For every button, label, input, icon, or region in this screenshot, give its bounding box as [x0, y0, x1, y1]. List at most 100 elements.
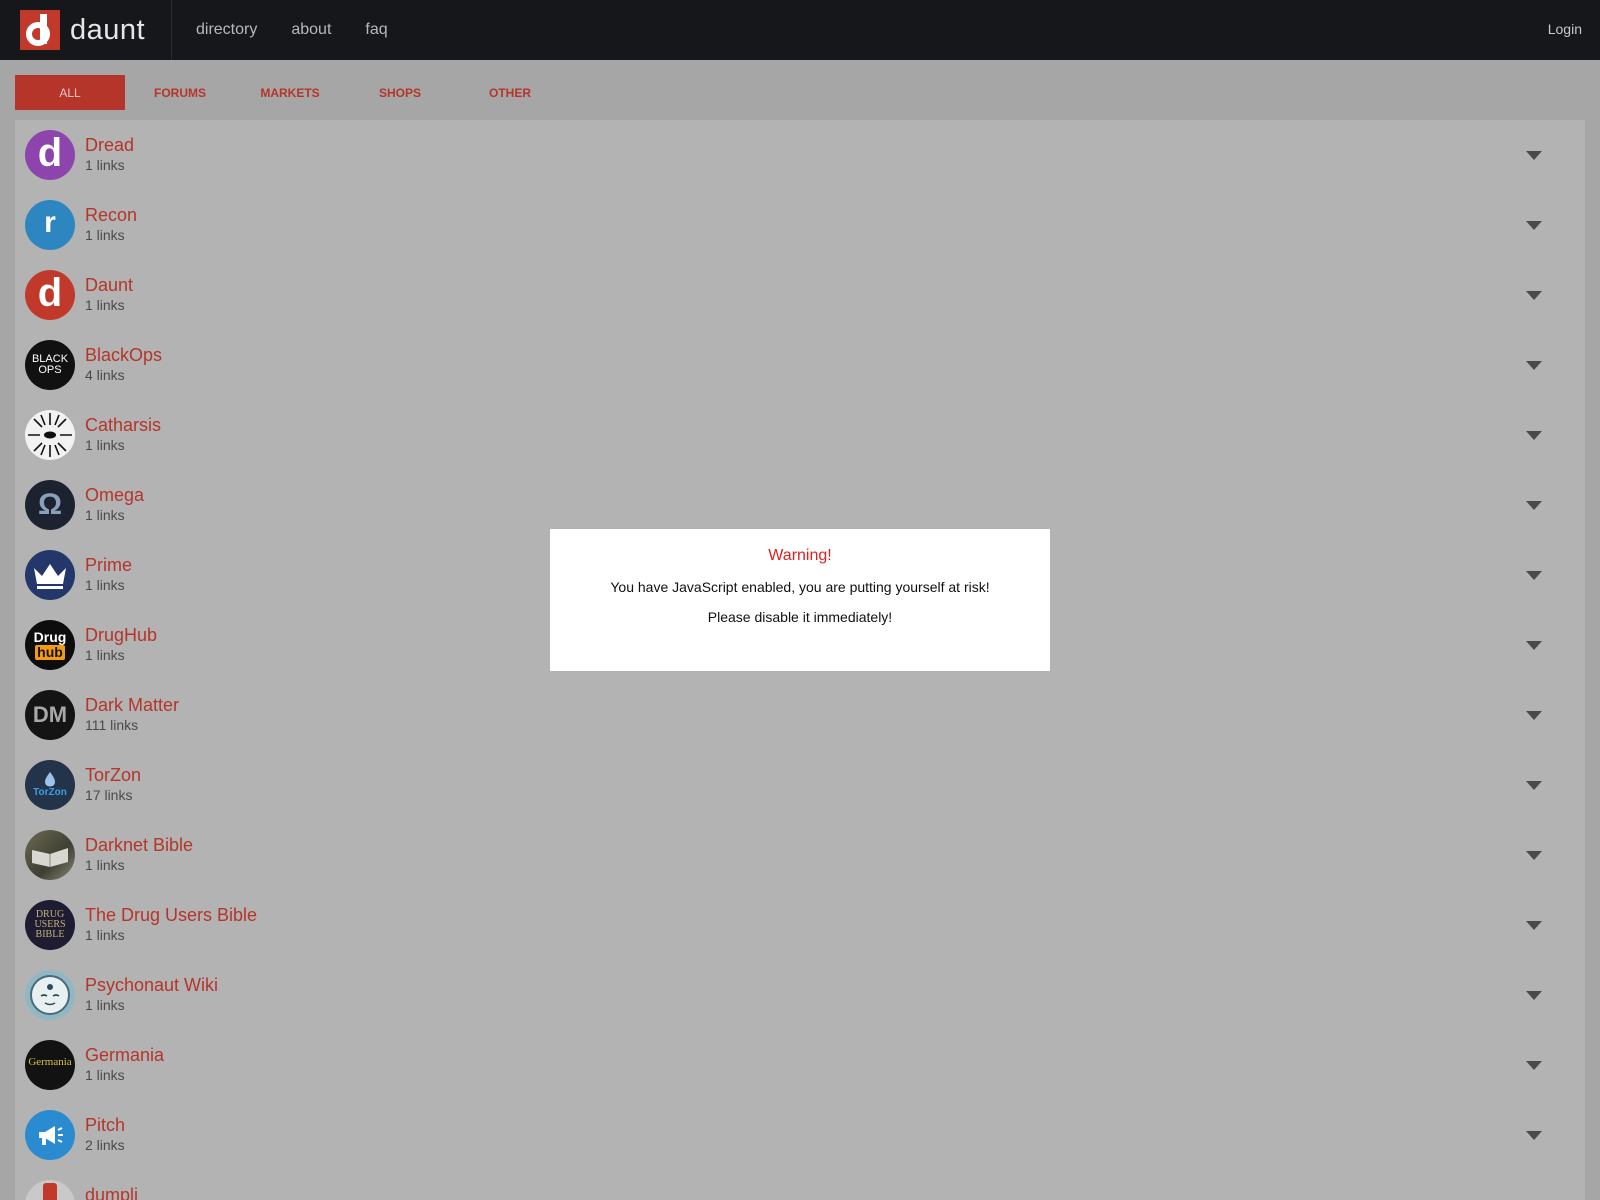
- chevron-down-icon[interactable]: [1526, 291, 1542, 300]
- list-item[interactable]: BLACK OPS BlackOps 4 links: [15, 330, 1585, 400]
- chevron-down-icon[interactable]: [1526, 571, 1542, 580]
- tab-other[interactable]: OTHER: [455, 75, 565, 110]
- list-item[interactable]: Germania Germania 1 links: [15, 1030, 1585, 1100]
- nav-link-directory[interactable]: directory: [196, 21, 257, 39]
- list-item-text: dumpli: [85, 1184, 138, 1200]
- list-item-text: The Drug Users Bible 1 links: [85, 904, 257, 944]
- blackops-logo-text-2: OPS: [38, 364, 62, 376]
- list-item-name: TorZon: [85, 765, 142, 785]
- daunt-logo-icon: d: [25, 270, 75, 320]
- list-item-count: 1 links: [85, 437, 125, 453]
- megaphone-icon: [25, 1110, 75, 1160]
- recon-logo-letter: r: [44, 206, 56, 239]
- list-item-count: 1 links: [85, 507, 125, 523]
- chevron-down-icon[interactable]: [1526, 361, 1542, 370]
- list-item-text: Recon 1 links: [85, 204, 137, 244]
- list-item[interactable]: Catharsis 1 links: [15, 400, 1585, 470]
- list-item-text: Daunt 1 links: [85, 274, 133, 314]
- list-item-count: 1 links: [85, 1067, 125, 1083]
- list-item-name: dumpli: [85, 1185, 139, 1200]
- chevron-down-icon[interactable]: [1526, 711, 1542, 720]
- list-item[interactable]: Psychonaut Wiki 1 links: [15, 960, 1585, 1030]
- list-item[interactable]: DM Dark Matter 111 links: [15, 680, 1585, 750]
- list-item[interactable]: d Daunt 1 links: [15, 260, 1585, 330]
- list-item-count: 1 links: [85, 227, 125, 243]
- chevron-down-icon[interactable]: [1526, 851, 1542, 860]
- list-item-text: Prime 1 links: [85, 554, 132, 594]
- tab-markets[interactable]: MARKETS: [235, 75, 345, 110]
- list-item-name: DrugHub: [85, 625, 158, 645]
- list-item-text: BlackOps 4 links: [85, 344, 162, 384]
- daunt-logo-letter: d: [37, 271, 63, 315]
- nav-link-about[interactable]: about: [291, 21, 331, 39]
- list-item[interactable]: DRUG USERS BIBLE The Drug Users Bible 1 …: [15, 890, 1585, 960]
- dub-logo-text-3: BIBLE: [35, 929, 65, 940]
- top-navbar: daunt directory about faq Login: [0, 0, 1600, 60]
- germania-logo-text: Germania: [28, 1055, 72, 1068]
- list-item[interactable]: d Dread 1 links: [15, 120, 1585, 190]
- psychonaut-face-icon: [25, 970, 75, 1020]
- list-item-name: BlackOps: [85, 345, 163, 365]
- list-item[interactable]: Darknet Bible 1 links: [15, 820, 1585, 890]
- tab-shops[interactable]: SHOPS: [345, 75, 455, 110]
- chevron-down-icon[interactable]: [1526, 1061, 1542, 1070]
- list-item-count: 1 links: [85, 577, 125, 593]
- list-item-text: Dark Matter 111 links: [85, 694, 179, 734]
- brand[interactable]: daunt: [0, 0, 172, 60]
- tab-forums[interactable]: FORUMS: [125, 75, 235, 110]
- list-item[interactable]: TorZon TorZon 17 links: [15, 750, 1585, 820]
- list-item-count: 1 links: [85, 927, 125, 943]
- prime-crown-icon: [25, 550, 75, 600]
- list-item-text: Pitch 2 links: [85, 1114, 125, 1154]
- germania-logo-icon: Germania: [25, 1040, 75, 1090]
- darkmatter-logo-text: DM: [32, 702, 68, 727]
- list-item-count: 1 links: [85, 857, 125, 873]
- modal-title: Warning!: [768, 547, 832, 564]
- list-item-text: Catharsis 1 links: [85, 414, 161, 454]
- list-item-text: Germania 1 links: [85, 1044, 164, 1084]
- list-item-count: 2 links: [85, 1137, 125, 1153]
- list-item-name: Catharsis: [85, 415, 162, 435]
- list-item-name: Recon: [85, 205, 138, 225]
- chevron-down-icon[interactable]: [1526, 1131, 1542, 1140]
- list-item-name: Dark Matter: [85, 695, 180, 715]
- list-item[interactable]: Pitch 2 links: [15, 1100, 1585, 1170]
- recon-logo-icon: r: [25, 200, 75, 250]
- chevron-down-icon[interactable]: [1526, 151, 1542, 160]
- onion-icon: [45, 772, 55, 787]
- list-item-count: 1 links: [85, 157, 125, 173]
- list-item[interactable]: dumpli: [15, 1170, 1585, 1200]
- chevron-down-icon[interactable]: [1526, 991, 1542, 1000]
- chevron-down-icon[interactable]: [1526, 921, 1542, 930]
- javascript-warning-modal: Warning! You have JavaScript enabled, yo…: [550, 529, 1050, 671]
- list-item-text: Psychonaut Wiki 1 links: [85, 974, 218, 1014]
- list-item-text: TorZon 17 links: [85, 764, 141, 804]
- list-item-name: Dread: [85, 135, 135, 155]
- tab-all[interactable]: ALL: [15, 75, 125, 110]
- dread-logo-letter: d: [37, 131, 63, 175]
- chevron-down-icon[interactable]: [1526, 781, 1542, 790]
- torzon-logo-text: TorZon: [33, 787, 67, 798]
- list-item-name: Omega: [85, 485, 145, 505]
- list-item-text: Darknet Bible 1 links: [85, 834, 193, 874]
- chevron-down-icon[interactable]: [1526, 431, 1542, 440]
- login-link[interactable]: Login: [1548, 21, 1582, 37]
- list-item-count: 111 links: [85, 717, 139, 733]
- list-item-name: Germania: [85, 1045, 165, 1065]
- list-item-text: Omega 1 links: [85, 484, 144, 524]
- list-item-count: 1 links: [85, 297, 125, 313]
- chevron-down-icon[interactable]: [1526, 501, 1542, 510]
- list-item-text: DrugHub 1 links: [85, 624, 157, 664]
- chevron-down-icon[interactable]: [1526, 641, 1542, 650]
- darkmatter-logo-icon: DM: [25, 690, 75, 740]
- list-item[interactable]: r Recon 1 links: [15, 190, 1585, 260]
- list-item-count: 4 links: [85, 367, 125, 383]
- daunt-d-logo-icon: [20, 10, 60, 50]
- chevron-down-icon[interactable]: [1526, 221, 1542, 230]
- list-item-count: 1 links: [85, 997, 125, 1013]
- nav-link-faq[interactable]: faq: [365, 21, 387, 39]
- list-item-name: Darknet Bible: [85, 835, 194, 855]
- list-item-text: Dread 1 links: [85, 134, 134, 174]
- list-item-name: Prime: [85, 555, 133, 575]
- list-item-name: Pitch: [85, 1115, 126, 1135]
